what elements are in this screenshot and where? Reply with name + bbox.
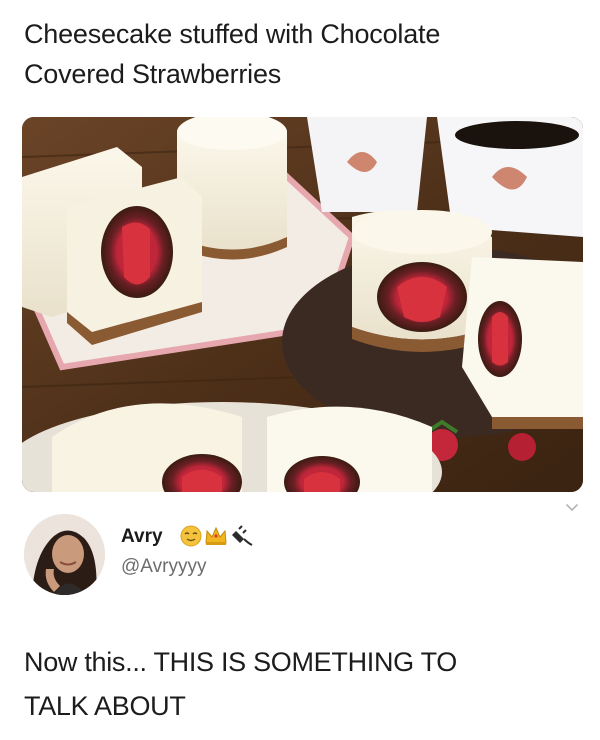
meme-post: Cheesecake stuffed with Chocolate Covere…: [0, 0, 600, 740]
avatar-image: [24, 514, 105, 595]
cheesecake-illustration: [22, 117, 583, 492]
tweet-text: Now this... THIS IS SOMETHING TO TALK AB…: [24, 640, 584, 728]
post-caption: Cheesecake stuffed with Chocolate Covere…: [24, 14, 584, 94]
relieved-face-emoji-icon: [180, 525, 202, 547]
cheesecake-photo[interactable]: [22, 117, 583, 492]
tweet-line-1: Now this... THIS IS SOMETHING TO: [24, 647, 457, 677]
author-badges: [180, 524, 254, 548]
chevron-down-icon[interactable]: [565, 503, 579, 513]
tweet-line-2: TALK ABOUT: [24, 691, 186, 721]
plug-emoji-icon: [232, 525, 253, 546]
author-name[interactable]: Avry: [121, 526, 163, 548]
avatar[interactable]: [24, 514, 105, 595]
author-handle[interactable]: @Avryyyy: [121, 556, 206, 578]
crown-emoji-icon: [205, 526, 227, 545]
caption-line-1: Cheesecake stuffed with Chocolate: [24, 19, 441, 49]
caption-line-2: Covered Strawberries: [24, 59, 282, 89]
